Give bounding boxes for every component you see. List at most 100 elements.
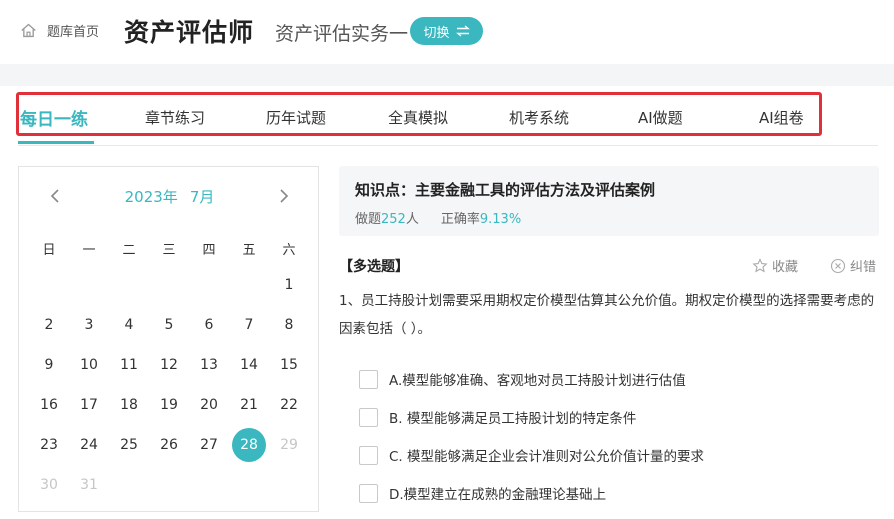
header-divider-band (0, 64, 894, 86)
option-d[interactable]: D.模型建立在成熟的金融理论基础上 (359, 483, 606, 503)
report-error-button[interactable]: 纠错 (830, 256, 876, 275)
tab-computer-exam[interactable]: 机考系统 (509, 107, 569, 128)
option-c[interactable]: C. 模型能够满足企业会计准则对公允价值计量的要求 (359, 445, 704, 465)
subject-name: 资产评估实务一 (275, 23, 409, 45)
calendar-day-number: 25 (120, 437, 138, 453)
tab-ai-practice[interactable]: AI做题 (638, 107, 683, 128)
calendar-day[interactable]: 7 (229, 305, 269, 345)
calendar-day-number: 7 (244, 317, 254, 333)
calendar-day[interactable]: 1 (269, 265, 309, 305)
calendar-day-number: 5 (164, 317, 174, 333)
calendar-day[interactable]: 2 (29, 305, 69, 345)
calendar-day[interactable]: 16 (29, 385, 69, 425)
calendar-year: 2023年 (124, 188, 178, 206)
knowledge-point-title: 知识点：主要金融工具的评估方法及评估案例 (355, 181, 656, 199)
site-title: 资产评估师 (124, 18, 255, 47)
knowledge-point-card: 知识点：主要金融工具的评估方法及评估案例 做题252人 正确率9.13% (339, 166, 879, 236)
calendar-day[interactable]: 5 (149, 305, 189, 345)
next-month-button[interactable] (274, 185, 294, 207)
calendar-day-number: 27 (200, 437, 218, 453)
weekday-label: 一 (82, 243, 96, 258)
tab-daily-practice[interactable]: 每日一练 (20, 105, 88, 130)
calendar-day[interactable]: 13 (189, 345, 229, 385)
calendar-day[interactable]: 27 (189, 425, 229, 465)
top-header: 题库首页 资产评估师 资产评估实务一 切换 (0, 0, 894, 64)
weekday-label: 日 (42, 243, 56, 258)
calendar-day[interactable]: 10 (69, 345, 109, 385)
calendar-day-number: 23 (40, 437, 58, 453)
weekday-label: 五 (242, 243, 256, 258)
calendar-day[interactable]: 23 (29, 425, 69, 465)
accuracy-label: 正确率 (440, 212, 480, 227)
home-link[interactable]: 题库首页 (20, 21, 99, 40)
calendar-day-number: 15 (280, 357, 298, 373)
calendar-day-number: 3 (84, 317, 94, 333)
option-b[interactable]: B. 模型能够满足员工持股计划的特定条件 (359, 407, 636, 427)
calendar-day[interactable]: 29 (269, 425, 309, 465)
calendar-day[interactable]: 6 (189, 305, 229, 345)
calendar-day[interactable]: 24 (69, 425, 109, 465)
calendar-day-number: 26 (160, 437, 178, 453)
calendar-day[interactable]: 30 (29, 465, 69, 505)
calendar-day[interactable]: 21 (229, 385, 269, 425)
calendar-day-number: 24 (80, 437, 98, 453)
calendar-day-number: 1 (284, 277, 294, 293)
calendar-day-number: 22 (280, 397, 298, 413)
calendar-day[interactable]: 20 (189, 385, 229, 425)
tab-mock-exam[interactable]: 全真模拟 (388, 107, 448, 128)
option-c-label: C. 模型能够满足企业会计准则对公允价值计量的要求 (389, 449, 705, 465)
calendar-day-number: 16 (40, 397, 58, 413)
option-b-label: B. 模型能够满足员工持股计划的特定条件 (389, 411, 637, 427)
home-icon (21, 23, 36, 38)
calendar-day[interactable]: 8 (269, 305, 309, 345)
weekday-label: 四 (202, 243, 216, 258)
option-d-checkbox[interactable] (359, 483, 378, 503)
calendar-day[interactable]: 9 (29, 345, 69, 385)
calendar-day-number: 12 (160, 357, 178, 373)
calendar-day[interactable]: 22 (269, 385, 309, 425)
knowledge-point-stats: 做题252人 正确率9.13% (355, 208, 521, 227)
switch-label: 切换 (423, 25, 450, 41)
calendar-day[interactable]: 4 (109, 305, 149, 345)
calendar-day-number: 9 (44, 357, 54, 373)
calendar-day[interactable]: 15 (269, 345, 309, 385)
calendar-day-number: 29 (280, 437, 298, 453)
calendar-day-number: 19 (160, 397, 178, 413)
calendar-day[interactable]: 25 (109, 425, 149, 465)
calendar-day-number: 21 (240, 397, 258, 413)
option-a-checkbox[interactable] (359, 369, 378, 389)
calendar-day[interactable]: 18 (109, 385, 149, 425)
switch-subject-button[interactable]: 切换 (410, 17, 483, 45)
done-label: 做题 (355, 212, 382, 227)
option-d-label: D.模型建立在成熟的金融理论基础上 (389, 487, 607, 503)
done-count: 252 (381, 212, 406, 227)
calendar-day[interactable]: 17 (69, 385, 109, 425)
calendar-day[interactable]: 31 (69, 465, 109, 505)
option-a[interactable]: A.模型能够准确、客观地对员工持股计划进行估值 (359, 369, 686, 389)
calendar-day[interactable]: 11 (109, 345, 149, 385)
tab-past-exams[interactable]: 历年试题 (266, 107, 326, 128)
chevron-right-icon (280, 189, 289, 203)
calendar-day[interactable]: 3 (69, 305, 109, 345)
option-a-label: A.模型能够准确、客观地对员工持股计划进行估值 (389, 373, 686, 389)
tabs-divider (18, 145, 878, 146)
calendar-day[interactable]: 19 (149, 385, 189, 425)
weekday-label: 二 (122, 243, 136, 258)
home-label: 题库首页 (47, 25, 100, 40)
calendar-day[interactable]: 14 (229, 345, 269, 385)
calendar-day-number: 13 (200, 357, 218, 373)
calendar-day[interactable]: 26 (149, 425, 189, 465)
calendar-day[interactable]: 12 (149, 345, 189, 385)
tab-chapter-practice[interactable]: 章节练习 (145, 107, 205, 128)
tab-ai-paper[interactable]: AI组卷 (759, 107, 804, 128)
option-b-checkbox[interactable] (359, 407, 378, 427)
favorite-button[interactable]: 收藏 (752, 256, 798, 275)
calendar-day-number: 31 (80, 477, 98, 493)
calendar-day-number: 4 (124, 317, 134, 333)
calendar-day-selected[interactable]: 28 (229, 425, 269, 465)
star-icon (752, 257, 768, 273)
close-circle-icon (830, 258, 846, 273)
swap-arrows-icon (455, 25, 470, 37)
calendar-day-number: 18 (120, 397, 138, 413)
option-c-checkbox[interactable] (359, 445, 378, 465)
